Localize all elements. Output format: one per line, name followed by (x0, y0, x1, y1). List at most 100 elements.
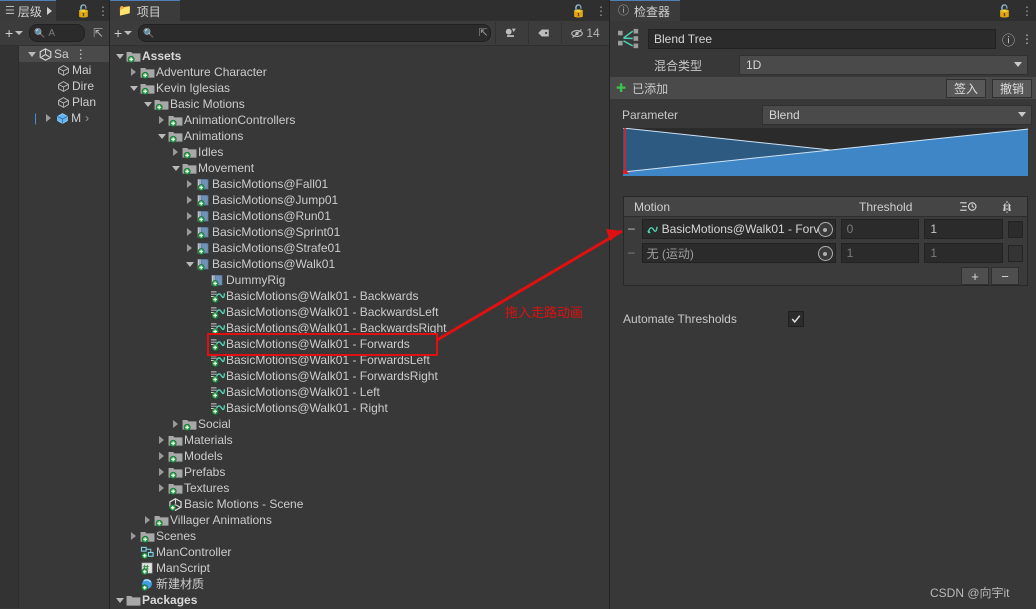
project-tree-item[interactable]: BasicMotions@Walk01 - Forwards (110, 336, 610, 352)
project-tree-item[interactable]: Kevin Iglesias (110, 80, 610, 96)
checkin-button[interactable]: 签入 (945, 78, 986, 98)
mirror-checkbox[interactable] (1008, 220, 1023, 238)
kebab-menu-icon[interactable]: ⋮ (75, 47, 87, 61)
chevron-right-icon[interactable] (156, 436, 167, 444)
chevron-right-icon[interactable] (156, 468, 167, 476)
chevron-right-icon[interactable] (184, 180, 195, 188)
table-row[interactable]: ━ 无 (运动) 1 1 (624, 241, 1027, 265)
project-tree-item[interactable]: Materials (110, 432, 610, 448)
object-picker-icon[interactable] (817, 246, 833, 261)
kebab-menu-icon[interactable]: ⋮ (97, 4, 109, 18)
chevron-right-icon[interactable] (128, 532, 139, 540)
project-tree-item[interactable]: BasicMotions@Walk01 - BackwardsLeft (110, 304, 610, 320)
hierarchy-add-button[interactable]: + (3, 25, 25, 41)
automate-thresholds-checkbox[interactable] (788, 311, 804, 327)
expand-icon[interactable]: ⇱ (479, 26, 488, 39)
project-tree-item[interactable]: BasicMotions@Jump01 (110, 192, 610, 208)
project-tree-item[interactable]: BasicMotions@Walk01 - ForwardsRight (110, 368, 610, 384)
project-tree-item[interactable]: Villager Animations (110, 512, 610, 528)
threshold-field[interactable]: 0 (840, 219, 920, 239)
project-tree-item[interactable]: Assets (110, 48, 610, 64)
divider-project-inspector[interactable] (609, 0, 610, 609)
chevron-down-icon[interactable] (128, 85, 139, 91)
project-tree-item[interactable]: BasicMotions@Strafe01 (110, 240, 610, 256)
project-tree-item[interactable]: AnimationControllers (110, 112, 610, 128)
project-tree-item[interactable]: BasicMotions@Walk01 - Left (110, 384, 610, 400)
project-tree-item[interactable]: BasicMotions@Sprint01 (110, 224, 610, 240)
blend-graph[interactable]: 0 1 (623, 128, 1028, 176)
kebab-menu-icon[interactable]: ⋮ (1021, 32, 1033, 46)
chevron-down-icon[interactable] (156, 133, 167, 139)
project-tree-item[interactable]: Social (110, 416, 610, 432)
revert-button[interactable]: 撤销 (991, 78, 1032, 98)
chevron-right-icon[interactable] (46, 7, 52, 15)
project-search-input[interactable]: 🔍 ⇱ (138, 24, 491, 42)
chevron-right-icon[interactable] (156, 116, 167, 124)
hidden-count-icon[interactable]: 14 (561, 22, 608, 44)
chevron-down-icon[interactable] (170, 165, 181, 171)
chevron-right-icon[interactable] (184, 244, 195, 252)
project-add-button[interactable]: + (112, 25, 134, 41)
project-tree-item[interactable]: Adventure Character (110, 64, 610, 80)
project-tree-item[interactable]: Basic Motions (110, 96, 610, 112)
project-tree-item[interactable]: Models (110, 448, 610, 464)
tab-project[interactable]: 📁 项目 (110, 0, 180, 21)
project-tree-item[interactable]: Textures (110, 480, 610, 496)
motion-object-field[interactable]: BasicMotions@Walk01 - Forv (641, 219, 836, 239)
threshold-field[interactable]: 1 (840, 243, 920, 263)
project-tree-item[interactable]: 新建材质 (110, 576, 610, 592)
chevron-down-icon[interactable] (26, 51, 37, 57)
chevron-right-icon[interactable]: › (85, 111, 89, 125)
drag-handle-icon[interactable]: ━ (628, 223, 637, 236)
chevron-right-icon[interactable] (43, 114, 54, 122)
hierarchy-search-input[interactable]: 🔍 A (29, 24, 85, 42)
project-tree-item[interactable]: ManScript (110, 560, 610, 576)
tab-hierarchy[interactable]: ☰ 层级 (0, 0, 56, 21)
help-icon[interactable]: ⓘ (1002, 30, 1015, 49)
project-tree-item[interactable]: BasicMotions@Walk01 - Backwards (110, 288, 610, 304)
project-tree-item[interactable]: Basic Motions - Scene (110, 496, 610, 512)
remove-motion-button[interactable]: − (991, 267, 1019, 285)
lock-icon[interactable]: 🔓 (571, 4, 586, 18)
object-picker-icon[interactable] (817, 222, 833, 237)
speed-field[interactable]: 1 (924, 219, 1004, 239)
divider-hierarchy-project[interactable] (109, 0, 110, 609)
chevron-right-icon[interactable] (170, 148, 181, 156)
project-tree-item[interactable]: BasicMotions@Walk01 - Right (110, 400, 610, 416)
speed-field[interactable]: 1 (924, 243, 1004, 263)
blend-type-dropdown[interactable]: 1D (739, 55, 1028, 75)
project-tree-item[interactable]: Scenes (110, 528, 610, 544)
project-tree-item[interactable]: Animations (110, 128, 610, 144)
project-tree-item[interactable]: BasicMotions@Walk01 - ForwardsLeft (110, 352, 610, 368)
chevron-right-icon[interactable] (184, 212, 195, 220)
project-tree-item[interactable]: Packages (110, 592, 610, 608)
drag-handle-icon[interactable]: ━ (628, 247, 637, 260)
chevron-right-icon[interactable] (184, 228, 195, 236)
chevron-right-icon[interactable] (156, 484, 167, 492)
project-tree-item[interactable]: BasicMotions@Walk01 - BackwardsRight (110, 320, 610, 336)
asset-name-field[interactable]: Blend Tree (648, 29, 996, 49)
parameter-dropdown[interactable]: Blend (762, 105, 1032, 125)
chevron-right-icon[interactable] (142, 516, 153, 524)
project-tree-item[interactable]: ManController (110, 544, 610, 560)
chevron-right-icon[interactable] (156, 452, 167, 460)
project-tree-item[interactable]: Movement (110, 160, 610, 176)
project-tree-item[interactable]: Idles (110, 144, 610, 160)
chevron-down-icon[interactable] (184, 261, 195, 267)
label-filter-icon[interactable] (528, 22, 557, 44)
chevron-right-icon[interactable] (170, 420, 181, 428)
chevron-down-icon[interactable] (114, 53, 125, 59)
project-tree-item[interactable]: Prefabs (110, 464, 610, 480)
project-tree-item[interactable]: BasicMotions@Run01 (110, 208, 610, 224)
save-filter-icon[interactable] (495, 22, 524, 44)
project-tree-item[interactable]: BasicMotions@Fall01 (110, 176, 610, 192)
motion-object-field[interactable]: 无 (运动) (641, 243, 836, 263)
tab-inspector[interactable]: ⓘ 检查器 (610, 0, 681, 21)
chevron-right-icon[interactable] (128, 68, 139, 76)
project-tree-item[interactable]: DummyRig (110, 272, 610, 288)
lock-icon[interactable]: 🔓 (997, 4, 1012, 18)
chevron-down-icon[interactable] (114, 597, 125, 603)
mirror-checkbox[interactable] (1008, 244, 1023, 262)
lock-icon[interactable]: 🔓 (76, 4, 91, 18)
expand-icon[interactable]: ⇱ (89, 22, 107, 44)
